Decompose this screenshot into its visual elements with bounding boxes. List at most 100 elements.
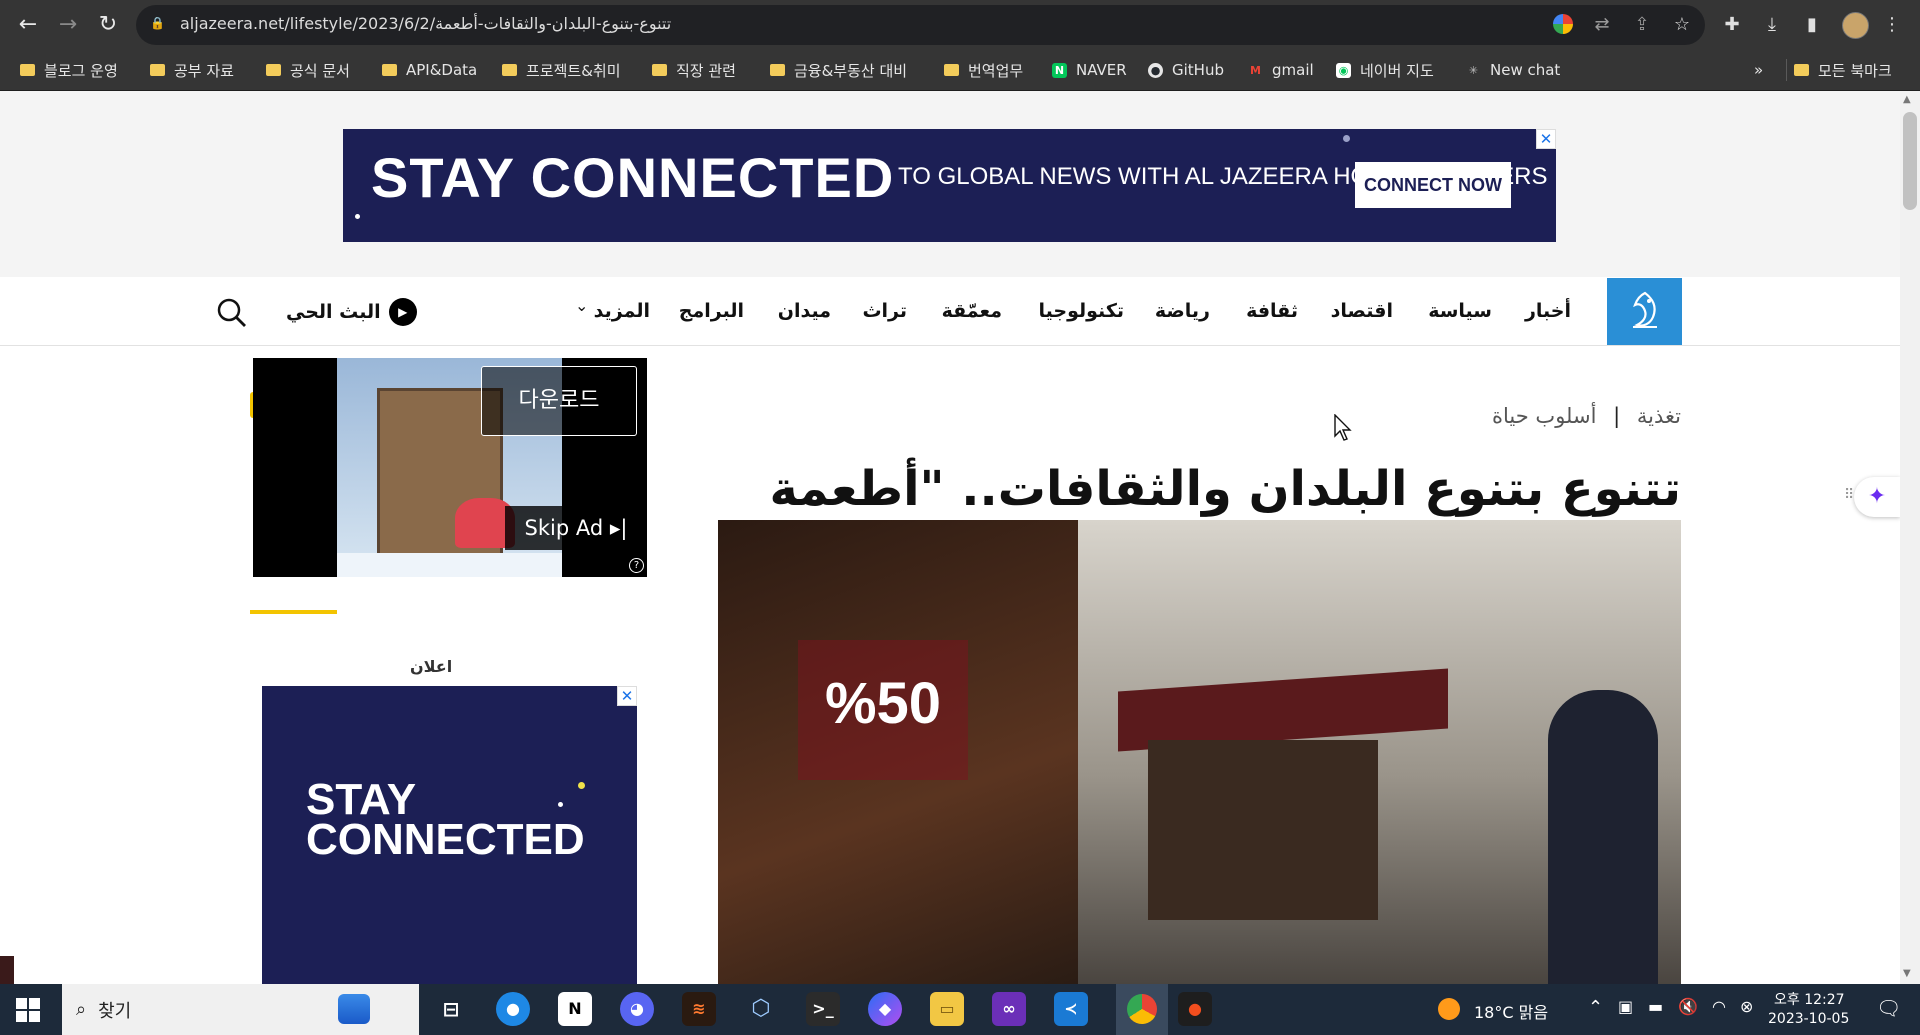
nav-politics[interactable]: سياسة [1428,278,1492,345]
search-icon[interactable] [216,297,248,336]
map-icon: ◉ [1336,62,1351,78]
page-scrollbar[interactable] [1900,91,1920,984]
bookmark-naver[interactable]: N NAVER [1052,50,1127,90]
translate-icon[interactable]: ⇄ [1590,13,1614,37]
folder-icon [770,64,785,76]
aljazeera-logo[interactable] [1607,278,1682,345]
bookmark-star-icon[interactable]: ☆ [1670,13,1694,37]
mute-icon[interactable]: 🔇 [1678,997,1698,1016]
breadcrumb-section[interactable]: أسلوب حياة [1492,404,1596,428]
nav-in-depth[interactable]: معمّقة [942,278,1002,345]
bookmark-folder[interactable]: API&Data [382,50,477,90]
download-button[interactable]: 다운로드 [481,366,637,436]
folder-icon [20,64,35,76]
nav-news[interactable]: أخبار [1525,278,1571,345]
discord-icon[interactable]: ◕ [620,992,654,1026]
top-banner-ad[interactable]: STAY CONNECTED TO GLOBAL NEWS WITH AL JA… [343,129,1556,242]
sidebar-banner-ad[interactable]: STAY CONNECTED [262,686,637,984]
page-edge-widget[interactable] [0,956,14,984]
breadcrumb-category[interactable]: تغذية [1637,404,1681,428]
gmail-icon: M [1250,63,1261,77]
figma-icon[interactable]: ● [1178,992,1212,1026]
file-explorer-icon[interactable]: ▭ [930,992,964,1026]
display-icon[interactable]: ▣ [1618,997,1633,1016]
bookmarks-overflow[interactable]: » [1754,50,1763,90]
notion-icon[interactable]: N [558,992,592,1026]
copilot-icon[interactable]: ◆ [868,992,902,1026]
visual-studio-icon[interactable]: ∞ [992,992,1026,1026]
terminal-icon[interactable]: >_ [806,992,840,1026]
bookmark-folder[interactable]: 번역업무 [944,50,1023,90]
web-page: STAY CONNECTED TO GLOBAL NEWS WITH AL JA… [0,91,1900,984]
forward-icon[interactable]: → [54,11,82,39]
clock-date[interactable]: 2023-10-05 [1768,1011,1849,1027]
ad-close-icon[interactable]: ✕ [1536,129,1556,149]
nav-sports[interactable]: رياضة [1155,278,1210,345]
sparkle-icon[interactable]: ✦ [1854,477,1900,517]
clock-time[interactable]: 오후 12:27 [1774,989,1845,1009]
chevron-down-icon[interactable]: ⌄ [575,296,588,315]
nav-economy[interactable]: اقتصاد [1331,278,1393,345]
vscode-icon[interactable]: ≺ [1054,992,1088,1026]
url-text[interactable]: aljazeera.net/lifestyle/2023/6/2/تتنوع-ب… [180,14,671,33]
bookmark-folder[interactable]: 금융&부동산 대비 [770,50,907,90]
connect-now-button[interactable]: CONNECT NOW [1355,162,1511,208]
bookmark-folder[interactable]: 블로그 운영 [20,50,118,90]
nav-culture[interactable]: ثقافة [1246,278,1298,345]
nav-heritage[interactable]: تراث [862,278,907,345]
app-icon-orange[interactable]: ≋ [682,992,716,1026]
nav-more[interactable]: المزيد [594,278,650,345]
banner-dot [1343,135,1350,142]
live-broadcast-link[interactable]: البث الحي ▶ [286,278,417,345]
bookmark-new-chat[interactable]: ✳ New chat [1466,50,1560,90]
share-icon[interactable]: ⇪ [1630,13,1654,37]
notification-icon[interactable]: 🗨 [1876,996,1901,1020]
section-divider [250,610,337,614]
more-icon[interactable]: ⋮ [1880,13,1904,37]
help-icon[interactable]: ? [629,558,644,573]
tray-chevron-up-icon[interactable]: ⌃ [1588,997,1603,1018]
bookmarks-bar: 블로그 운영 공부 자료 공식 문서 API&Data 프로젝트&취미 직장 관… [0,50,1920,91]
search-highlight-icon[interactable] [338,994,370,1024]
drag-handle-icon[interactable]: ⠿ [1844,487,1854,503]
scrollbar-thumb[interactable] [1903,112,1917,210]
github-icon: ● [1148,62,1163,78]
google-lens-icon[interactable] [1553,14,1573,34]
extensions-icon[interactable]: ✚ [1720,13,1744,37]
scroll-down-icon[interactable]: ▼ [1903,968,1911,979]
download-icon[interactable]: ⤓ [1760,13,1784,37]
all-bookmarks-divider [1786,50,1787,90]
sidebar-ad-close-icon[interactable]: ✕ [617,686,637,706]
weather-icon[interactable] [1438,998,1460,1020]
windows-start-icon[interactable] [16,998,40,1022]
bookmark-folder[interactable]: 직장 관련 [652,50,736,90]
bookmark-folder[interactable]: 프로젝트&취미 [502,50,621,90]
app-icon-blue[interactable]: ● [496,992,530,1026]
profile-avatar[interactable] [1842,12,1869,39]
reload-icon[interactable]: ↻ [94,11,122,39]
skip-ad-button[interactable]: Skip Ad ▸| [505,506,647,550]
nav-technology[interactable]: تكنولوجيا [1039,278,1124,345]
chrome-active-taskbar-button[interactable] [1116,984,1168,1035]
weather-text[interactable]: 18°C 맑음 [1474,999,1548,1023]
bookmark-folder[interactable]: 공부 자료 [150,50,234,90]
task-view-icon[interactable]: ⊟ [434,992,468,1026]
cube-app-icon[interactable]: ⬡ [744,992,778,1026]
close-circle-icon[interactable]: ⊗ [1740,997,1753,1016]
bookmark-gmail[interactable]: Mgmail [1248,50,1314,90]
bookmark-folder[interactable]: 공식 문서 [266,50,350,90]
scroll-up-icon[interactable]: ▲ [1903,94,1911,105]
bookmark-naver-map[interactable]: ◉ 네이버 지도 [1336,50,1434,90]
bookmark-github[interactable]: ● GitHub [1148,50,1224,90]
taskbar-search-placeholder: 찾기 [98,1000,132,1022]
battery-icon[interactable]: ▬ [1648,997,1663,1016]
nav-midan[interactable]: ميدان [778,278,831,345]
nav-programs[interactable]: البرامج [679,278,744,345]
folder-icon [652,64,667,76]
all-bookmarks[interactable]: 모든 북마크 [1794,50,1892,90]
back-icon[interactable]: ← [14,11,42,39]
side-panel-icon[interactable]: ▮ [1800,13,1824,37]
video-ad[interactable]: 다운로드 Skip Ad ▸| ? [253,358,647,577]
lock-icon[interactable]: 🔒 [150,16,165,30]
wifi-icon[interactable]: ◠ [1712,997,1726,1016]
